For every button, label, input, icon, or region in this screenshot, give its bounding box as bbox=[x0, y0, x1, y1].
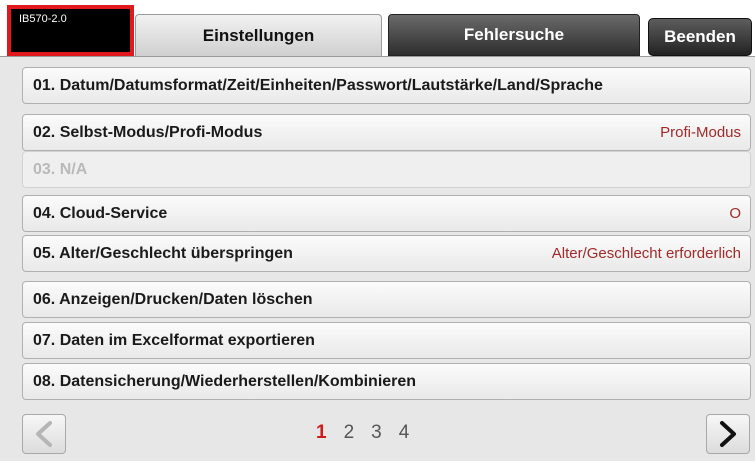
tab-troubleshooting[interactable]: Fehlersuche bbox=[388, 14, 640, 56]
device-model-badge: IB570-2.0 bbox=[7, 5, 134, 56]
exit-button[interactable]: Beenden bbox=[648, 18, 752, 56]
menu-item-datetime[interactable]: 01. Datum/Datumsformat/Zeit/Einheiten/Pa… bbox=[22, 67, 751, 104]
page-number[interactable]: 2 bbox=[344, 422, 355, 444]
menu-item-label: 02. Selbst-Modus/Profi-Modus bbox=[33, 123, 263, 141]
menu-item-label: 03. N/A bbox=[33, 160, 88, 178]
menu-item-display-print[interactable]: 06. Anzeigen/Drucken/Daten löschen bbox=[22, 281, 751, 318]
menu-item-value: O bbox=[729, 205, 741, 222]
page-number-current[interactable]: 1 bbox=[316, 422, 327, 444]
previous-page-button[interactable] bbox=[22, 414, 66, 454]
settings-panel: 01. Datum/Datumsformat/Zeit/Einheiten/Pa… bbox=[0, 56, 755, 461]
menu-item-label: 01. Datum/Datumsformat/Zeit/Einheiten/Pa… bbox=[33, 76, 603, 94]
menu-item-label: 07. Daten im Excelformat exportieren bbox=[33, 331, 315, 349]
top-bar: IB570-2.0 Einstellungen Fehlersuche Been… bbox=[0, 0, 755, 64]
page-numbers: 1 2 3 4 bbox=[316, 422, 409, 444]
menu-item-value: Alter/Geschlecht erforderlich bbox=[551, 245, 741, 262]
menu-item-mode[interactable]: 02. Selbst-Modus/Profi-Modus Profi-Modus bbox=[22, 114, 751, 151]
menu-item-age-gender[interactable]: 05. Alter/Geschlecht überspringen Alter/… bbox=[22, 235, 751, 272]
menu-item-cloud[interactable]: 04. Cloud-Service O bbox=[22, 195, 751, 232]
menu-item-backup[interactable]: 08. Datensicherung/Wiederherstellen/Komb… bbox=[22, 363, 751, 400]
pagination: 1 2 3 4 bbox=[0, 414, 755, 470]
device-model-label: IB570-2.0 bbox=[19, 13, 67, 25]
page-number[interactable]: 3 bbox=[371, 422, 382, 444]
menu-item-label: 04. Cloud-Service bbox=[33, 204, 168, 222]
menu-item-label: 06. Anzeigen/Drucken/Daten löschen bbox=[33, 290, 313, 308]
menu-item-value: Profi-Modus bbox=[660, 124, 741, 141]
menu-item-label: 05. Alter/Geschlecht überspringen bbox=[33, 244, 293, 262]
chevron-right-icon bbox=[720, 421, 736, 447]
chevron-left-icon bbox=[36, 421, 52, 447]
next-page-button[interactable] bbox=[706, 414, 750, 454]
menu-item-label: 08. Datensicherung/Wiederherstellen/Komb… bbox=[33, 372, 417, 390]
tab-settings[interactable]: Einstellungen bbox=[135, 14, 382, 56]
menu-item-na: 03. N/A bbox=[22, 151, 751, 188]
menu-item-excel-export[interactable]: 07. Daten im Excelformat exportieren bbox=[22, 322, 751, 359]
page-number[interactable]: 4 bbox=[399, 422, 410, 444]
